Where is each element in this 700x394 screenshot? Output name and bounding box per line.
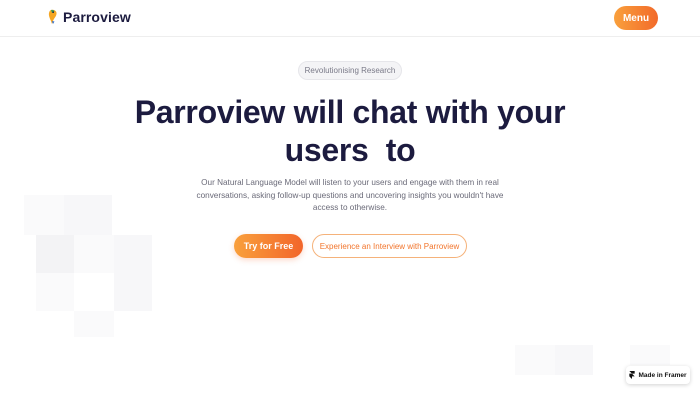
made-in-framer-badge[interactable]: Made in Framer: [626, 366, 690, 384]
bg-tile: [64, 195, 112, 235]
site-header: Parroview Menu: [0, 0, 700, 37]
parrot-logo-icon: [48, 9, 58, 25]
bg-tile: [24, 195, 64, 235]
bg-tile: [114, 273, 152, 311]
try-for-free-button[interactable]: Try for Free: [234, 234, 303, 258]
headline-line-1: Parroview will chat with your: [134, 94, 566, 130]
brand-logo[interactable]: Parroview: [48, 9, 131, 25]
page: Parroview Menu Revolutionising Research …: [0, 0, 700, 394]
bg-tile: [74, 235, 114, 273]
hero-subtitle: Our Natural Language Model will listen t…: [196, 178, 504, 212]
bg-tile: [36, 273, 74, 311]
bg-tile: [630, 345, 670, 365]
framer-badge-label: Made in Framer: [638, 371, 687, 379]
bg-tile: [555, 345, 593, 375]
experience-interview-button[interactable]: Experience an Interview with Parroview: [312, 234, 467, 258]
menu-button[interactable]: Menu: [614, 6, 658, 30]
hero-headline: Parroview will chat with your users to: [100, 93, 600, 169]
tagline-pill: Revolutionising Research: [298, 61, 402, 80]
bg-tile: [114, 235, 152, 273]
brand-name: Parroview: [63, 9, 131, 25]
bg-tile: [74, 311, 114, 337]
bg-tile: [36, 235, 74, 273]
bg-tile: [515, 345, 555, 375]
headline-line-2: users to: [284, 132, 416, 168]
framer-icon: [629, 371, 636, 379]
